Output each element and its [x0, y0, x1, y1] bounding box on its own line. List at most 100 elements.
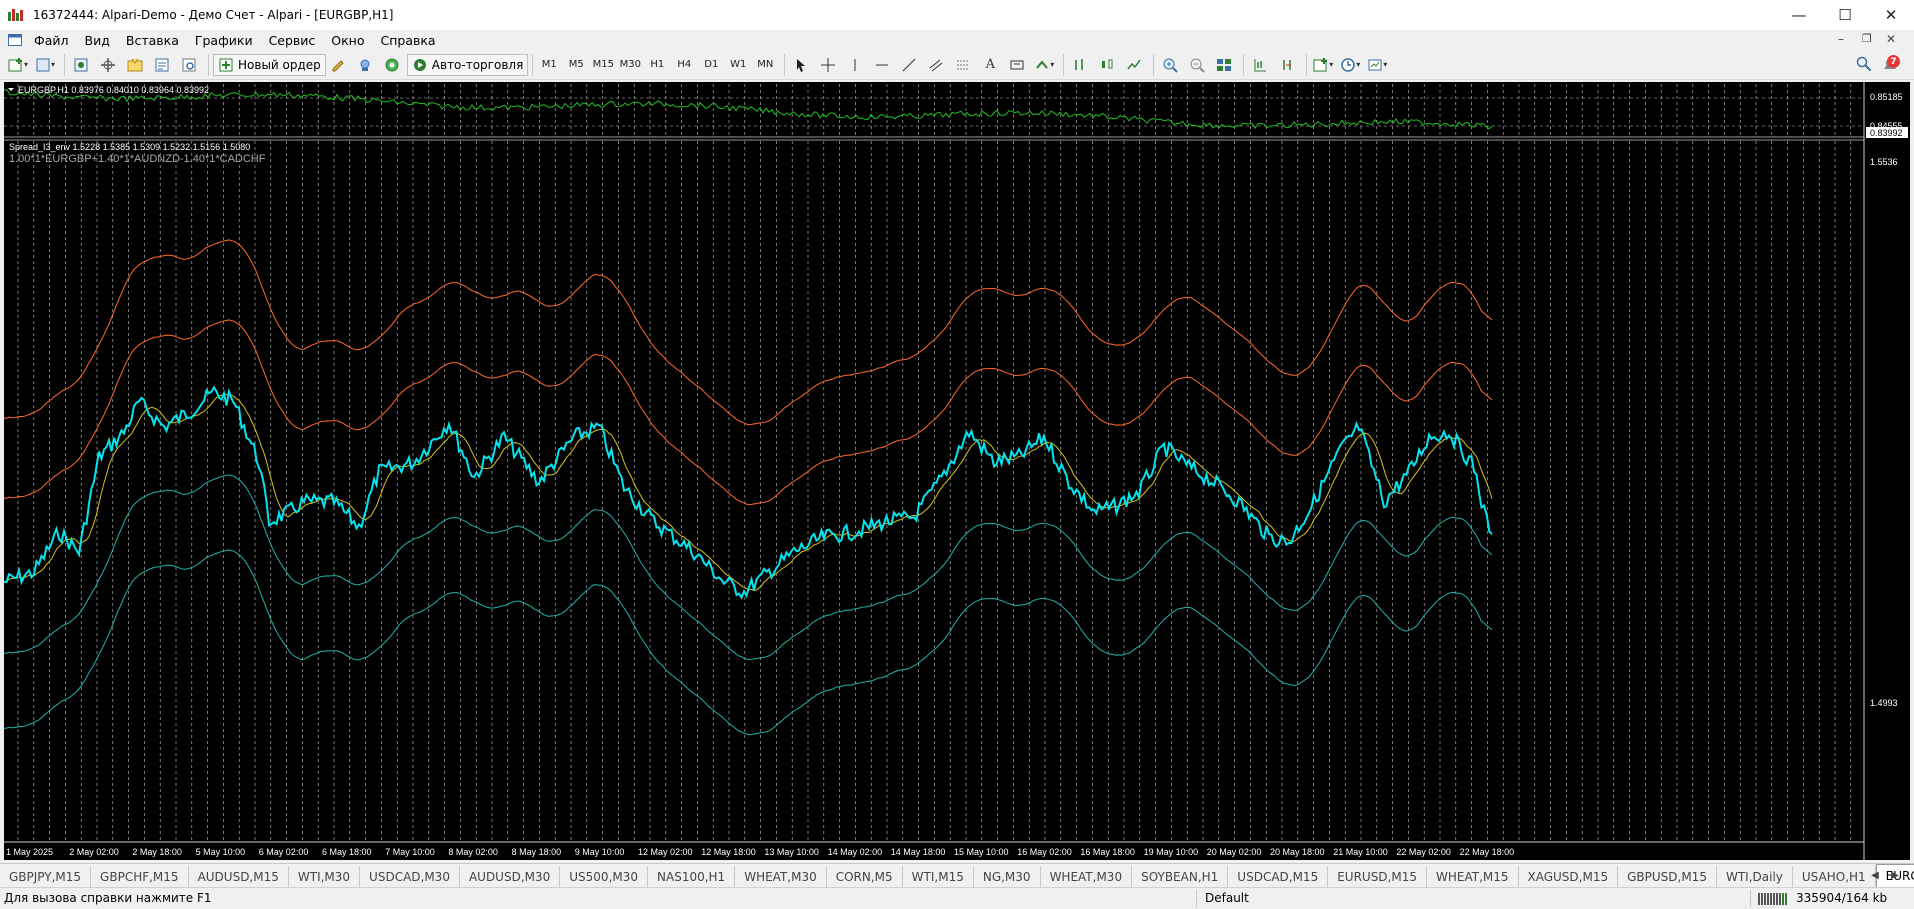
- market-icon[interactable]: [380, 53, 404, 77]
- auto-scroll-icon[interactable]: [1275, 53, 1299, 77]
- chart-tab[interactable]: US500,M30: [560, 866, 649, 887]
- chart-tab[interactable]: WTI,M30: [289, 866, 361, 887]
- autotrading-icon: [413, 58, 426, 71]
- candlestick-icon[interactable]: [1095, 53, 1119, 77]
- chart-tab[interactable]: WHEAT,M30: [735, 866, 827, 887]
- status-divider: [1196, 890, 1197, 907]
- menu-minimize-child-button[interactable]: –: [1838, 32, 1844, 46]
- time-axis-label: 12 May 02:00: [638, 847, 693, 857]
- zoom-out-icon[interactable]: [1185, 53, 1209, 77]
- chart-tab[interactable]: GBPUSD,M15: [1618, 866, 1717, 887]
- vertical-line-icon[interactable]: [843, 53, 867, 77]
- new-chart-button[interactable]: ▾: [6, 53, 30, 77]
- navigator-icon[interactable]: [123, 53, 147, 77]
- strategy-tester-icon[interactable]: [177, 53, 201, 77]
- menu-window[interactable]: Окно: [323, 33, 372, 48]
- chart-tab[interactable]: USDCAD,M15: [1228, 866, 1329, 887]
- chart-tab[interactable]: WHEAT,M30: [1041, 866, 1133, 887]
- search-icon[interactable]: [1856, 56, 1872, 75]
- chart-window-icon[interactable]: [4, 32, 26, 48]
- text-label-icon[interactable]: [1005, 53, 1029, 77]
- chart-tab[interactable]: USAHO,H1: [1793, 866, 1876, 887]
- equidistant-channel-icon[interactable]: [924, 53, 948, 77]
- trendline-icon[interactable]: [897, 53, 921, 77]
- arrows-icon[interactable]: ▾: [1032, 53, 1056, 77]
- maximize-button[interactable]: ☐: [1822, 0, 1868, 30]
- timeframe-m15[interactable]: M15: [591, 53, 615, 77]
- profiles-button[interactable]: ▾: [33, 53, 57, 77]
- templates-icon[interactable]: ▾: [1365, 53, 1389, 77]
- time-axis-label: 14 May 18:00: [891, 847, 946, 857]
- periods-icon[interactable]: ▾: [1338, 53, 1362, 77]
- crosshair-icon[interactable]: [816, 53, 840, 77]
- market-watch-icon[interactable]: [69, 53, 93, 77]
- autotrading-button[interactable]: Авто-торговля: [406, 53, 529, 76]
- chart-tab[interactable]: AUDUSD,M30: [460, 866, 561, 887]
- zoom-in-icon[interactable]: [1158, 53, 1182, 77]
- time-axis-label: 21 May 10:00: [1333, 847, 1388, 857]
- meta-editor-icon[interactable]: [326, 53, 350, 77]
- timeframe-w1[interactable]: W1: [726, 53, 750, 77]
- chart-window[interactable]: EURGBP,H1 0.83976 0.84010 0.83964 0.8399…: [4, 82, 1910, 860]
- signals-icon[interactable]: [353, 53, 377, 77]
- chart-tab[interactable]: WTI,Daily: [1717, 866, 1793, 887]
- chart-tab[interactable]: GBPCHF,M15: [91, 866, 189, 887]
- chart-shift-icon[interactable]: [1248, 53, 1272, 77]
- menu-view[interactable]: Вид: [77, 33, 118, 48]
- timeframe-d1[interactable]: D1: [699, 53, 723, 77]
- data-window-icon[interactable]: [96, 53, 120, 77]
- indicators-icon[interactable]: ▾: [1311, 53, 1335, 77]
- chart-tab[interactable]: GBPJPY,M15: [0, 866, 92, 887]
- timeframe-mn[interactable]: MN: [753, 53, 777, 77]
- chart-collapse-icon[interactable]: [8, 88, 14, 91]
- fibonacci-icon[interactable]: [951, 53, 975, 77]
- chart-tab[interactable]: WHEAT,M15: [1427, 866, 1519, 887]
- main-pane-grid: [4, 84, 1864, 136]
- line-chart-icon[interactable]: [1122, 53, 1146, 77]
- menu-close-child-button[interactable]: ✕: [1886, 32, 1896, 46]
- timeframe-m5[interactable]: M5: [564, 53, 588, 77]
- close-button[interactable]: ✕: [1868, 0, 1914, 30]
- terminal-icon[interactable]: [150, 53, 174, 77]
- chart-canvas[interactable]: EURGBP,H1 0.83976 0.84010 0.83964 0.8399…: [4, 82, 1910, 860]
- menu-tools[interactable]: Сервис: [261, 33, 324, 48]
- text-icon[interactable]: A: [978, 53, 1002, 77]
- chart-tab[interactable]: NAS100,H1: [648, 866, 736, 887]
- tabs-scroll-left-icon[interactable]: ◀: [1868, 867, 1882, 883]
- horizontal-line-icon[interactable]: [870, 53, 894, 77]
- menu-insert[interactable]: Вставка: [118, 33, 187, 48]
- cursor-icon[interactable]: [789, 53, 813, 77]
- lower-envelope-outer: [4, 549, 1493, 736]
- menu-file[interactable]: Файл: [26, 33, 77, 48]
- timeframe-h4[interactable]: H4: [672, 53, 696, 77]
- tile-windows-icon[interactable]: [1212, 53, 1236, 77]
- title-bar: 16372444: Alpari-Demo - Демо Счет - Alpa…: [0, 0, 1914, 30]
- toolbar-separator: [64, 53, 65, 76]
- minimize-button[interactable]: —: [1776, 0, 1822, 30]
- chart-tab[interactable]: WTI,M15: [903, 866, 974, 887]
- bar-chart-icon[interactable]: [1068, 53, 1092, 77]
- chart-tab[interactable]: USDCAD,M30: [360, 866, 460, 887]
- time-axis-label: 1 May 2025: [6, 847, 53, 857]
- status-traffic: 335904/164 kb: [1796, 891, 1888, 905]
- chart-tab[interactable]: NG,M30: [974, 866, 1041, 887]
- new-order-button[interactable]: Новый ордер: [213, 53, 326, 76]
- timeframe-h1[interactable]: H1: [645, 53, 669, 77]
- chart-tab[interactable]: CORN,M5: [827, 866, 903, 887]
- notifications-button[interactable]: 7: [1880, 55, 1900, 75]
- chart-tabs-bar: GBPJPY,M15 GBPCHF,M15 AUDUSD,M15 WTI,M30 USD…: [0, 863, 1914, 887]
- lower-envelope-inner: [4, 474, 1493, 661]
- timeframe-m1[interactable]: M1: [537, 53, 561, 77]
- chart-tab[interactable]: XAGUSD,M15: [1519, 866, 1619, 887]
- tabs-scroll-right-icon[interactable]: ▶: [1888, 867, 1902, 883]
- chart-tab[interactable]: SOYBEAN,H1: [1132, 866, 1229, 887]
- moving-average-line: [4, 393, 1493, 592]
- timeframe-m30[interactable]: M30: [618, 53, 642, 77]
- new-order-label: Новый ордер: [238, 57, 321, 72]
- menu-help[interactable]: Справка: [373, 33, 444, 48]
- chart-tab[interactable]: AUDUSD,M15: [189, 866, 289, 887]
- status-help-text: Для вызова справки нажмите F1: [4, 891, 212, 905]
- menu-charts[interactable]: Графики: [187, 33, 261, 48]
- menu-restore-child-button[interactable]: ❐: [1862, 32, 1872, 45]
- chart-tab[interactable]: EURUSD,M15: [1328, 866, 1427, 887]
